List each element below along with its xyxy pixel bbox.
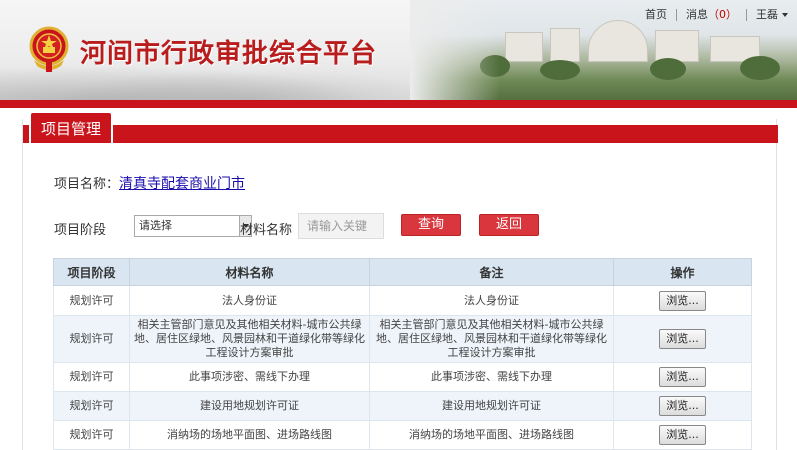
browse-button[interactable]: 浏览... xyxy=(659,396,706,416)
table-row: 规划许可 相关主管部门意见及其他相关材料-城市公共绿地、居住区绿地、风景园林和干… xyxy=(53,315,752,363)
back-button[interactable]: 返回 xyxy=(479,214,539,236)
filter-bar: 项目阶段 请选择 材料名称 请输入关键 查询 返回 xyxy=(54,213,754,239)
table-row: 规划许可 消纳场的场地平面图、进场路线图 消纳场的场地平面图、进场路线图 浏览.… xyxy=(53,420,752,450)
tab-project-management[interactable]: 项目管理 xyxy=(29,111,114,143)
table-row: 规划许可 此事项涉密、需线下办理 此事项涉密、需线下办理 浏览... xyxy=(53,362,752,392)
col-header-action: 操作 xyxy=(613,258,752,286)
messages-count: 0 xyxy=(719,8,726,21)
stage-label: 项目阶段 xyxy=(54,223,107,238)
cell-stage: 规划许可 xyxy=(53,362,130,392)
user-menu[interactable]: 王磊 xyxy=(746,9,797,21)
messages-count-close: ） xyxy=(726,8,737,21)
cell-action: 浏览... xyxy=(613,285,752,316)
chevron-down-icon xyxy=(782,13,788,17)
cell-note: 法人身份证 xyxy=(369,285,614,316)
cell-stage: 规划许可 xyxy=(53,391,130,421)
cell-note: 相关主管部门意见及其他相关材料-城市公共绿地、居住区绿地、风景园林和干道绿化带等… xyxy=(369,315,614,363)
col-header-stage: 项目阶段 xyxy=(53,258,130,286)
nav-messages-link[interactable]: 消息（0） xyxy=(676,9,746,21)
site-header: 河间市行政审批综合平台 首页 消息（0） 王磊 xyxy=(0,0,797,100)
site-title: 河间市行政审批综合平台 xyxy=(80,39,378,69)
project-management-panel: 项目管理 项目名称：清真寺配套商业门市 项目阶段 请选择 材料名称 请输入关键 … xyxy=(22,111,778,450)
cell-action: 浏览... xyxy=(613,362,752,392)
table-header-row: 项目阶段 材料名称 备注 操作 xyxy=(53,258,752,286)
cell-material: 此事项涉密、需线下办理 xyxy=(129,362,370,392)
browse-button[interactable]: 浏览... xyxy=(659,425,706,445)
cell-note: 建设用地规划许可证 xyxy=(369,391,614,421)
national-emblem-icon xyxy=(29,26,69,72)
cell-stage: 规划许可 xyxy=(53,315,130,363)
cell-stage: 规划许可 xyxy=(53,420,130,450)
cell-action: 浏览... xyxy=(613,391,752,421)
stage-select-value: 请选择 xyxy=(139,219,172,232)
header-red-band xyxy=(0,100,797,108)
cell-material: 法人身份证 xyxy=(129,285,370,316)
col-header-note: 备注 xyxy=(369,258,614,286)
project-name-row: 项目名称：清真寺配套商业门市 xyxy=(54,173,245,193)
table-row: 规划许可 法人身份证 法人身份证 浏览... xyxy=(53,285,752,316)
table-row: 规划许可 建设用地规划许可证 建设用地规划许可证 浏览... xyxy=(53,391,752,421)
cell-action: 浏览... xyxy=(613,420,752,450)
query-button[interactable]: 查询 xyxy=(401,214,461,236)
materials-table: 项目阶段 材料名称 备注 操作 规划许可 法人身份证 法人身份证 浏览... 规… xyxy=(53,258,752,450)
material-name-input[interactable]: 请输入关键 xyxy=(298,213,384,239)
cell-material: 相关主管部门意见及其他相关材料-城市公共绿地、居住区绿地、风景园林和干道绿化带等… xyxy=(129,315,370,363)
cell-action: 浏览... xyxy=(613,315,752,363)
project-name-link[interactable]: 清真寺配套商业门市 xyxy=(119,176,245,192)
material-label: 材料名称 xyxy=(240,223,293,238)
cell-material: 消纳场的场地平面图、进场路线图 xyxy=(129,420,370,450)
cell-note: 此事项涉密、需线下办理 xyxy=(369,362,614,392)
browse-button[interactable]: 浏览... xyxy=(659,367,706,387)
cell-stage: 规划许可 xyxy=(53,285,130,316)
panel-header: 项目管理 xyxy=(23,111,778,143)
top-navigation: 首页 消息（0） 王磊 xyxy=(636,6,797,24)
project-name-label: 项目名称： xyxy=(54,177,120,192)
browse-button[interactable]: 浏览... xyxy=(659,290,706,311)
cell-material: 建设用地规划许可证 xyxy=(129,391,370,421)
nav-home-link[interactable]: 首页 xyxy=(636,9,676,21)
browse-button[interactable]: 浏览... xyxy=(659,329,706,349)
messages-label: 消息 xyxy=(686,8,708,21)
user-name: 王磊 xyxy=(756,8,778,21)
stage-select[interactable]: 请选择 xyxy=(134,215,252,237)
col-header-material: 材料名称 xyxy=(129,258,370,286)
cell-note: 消纳场的场地平面图、进场路线图 xyxy=(369,420,614,450)
messages-count-open: （ xyxy=(708,8,719,21)
